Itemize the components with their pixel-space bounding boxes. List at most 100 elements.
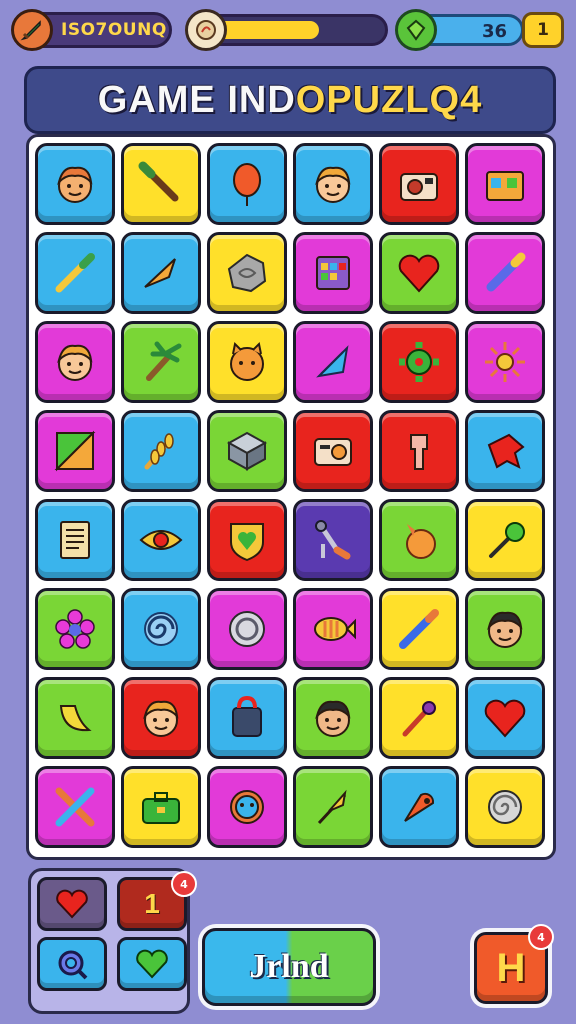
board-tile[interactable] xyxy=(207,499,287,581)
level-badge[interactable]: 1 xyxy=(522,12,564,48)
board-tile[interactable] xyxy=(121,677,201,759)
progress-bar xyxy=(185,9,388,51)
gem-counter[interactable]: 36 xyxy=(395,9,524,51)
board-tile[interactable] xyxy=(207,677,287,759)
board-tile[interactable] xyxy=(293,410,373,492)
heart-powerup-button[interactable] xyxy=(37,877,107,931)
board-tile[interactable] xyxy=(121,499,201,581)
menu-button-label: H xyxy=(496,945,526,990)
board-tile[interactable] xyxy=(379,321,459,403)
board-tile[interactable] xyxy=(293,143,373,225)
board-tile[interactable] xyxy=(293,321,373,403)
menu-notification-badge: 4 xyxy=(528,924,554,950)
board-tile[interactable] xyxy=(35,143,115,225)
player-panel[interactable]: ISO7OUNQ xyxy=(11,9,172,51)
board-tile[interactable] xyxy=(379,410,459,492)
shield-icon xyxy=(185,9,227,51)
board-tile[interactable] xyxy=(121,232,201,314)
shell-icon xyxy=(488,790,522,824)
magnifier-icon xyxy=(58,950,88,980)
radio-icon xyxy=(314,438,352,466)
coin-icon xyxy=(229,611,265,647)
board-tile[interactable] xyxy=(35,766,115,848)
board-tile[interactable] xyxy=(465,499,545,581)
board-tile[interactable] xyxy=(379,143,459,225)
orange-icon xyxy=(406,524,436,559)
board-tile[interactable] xyxy=(379,232,459,314)
board-tile[interactable] xyxy=(465,321,545,403)
gem-count: 36 xyxy=(481,21,507,42)
hint-notification-badge: 4 xyxy=(171,871,197,897)
title-part-2: OPUZLQ4 xyxy=(295,78,483,121)
heart-icon xyxy=(484,699,526,738)
board-tile[interactable] xyxy=(379,766,459,848)
board-tile[interactable] xyxy=(379,499,459,581)
briefcase-icon xyxy=(142,792,180,824)
key-icon xyxy=(410,434,428,470)
heart-hint-powerup-button[interactable] xyxy=(117,937,187,991)
palette-icon xyxy=(54,430,96,472)
marker-icon xyxy=(486,252,526,292)
brush-icon xyxy=(489,522,525,558)
board-tile[interactable] xyxy=(293,499,373,581)
arrow-icon xyxy=(144,258,176,288)
quill-icon xyxy=(317,789,347,825)
board-tile[interactable] xyxy=(35,410,115,492)
pin-icon xyxy=(404,792,435,822)
search-powerup-button[interactable] xyxy=(37,937,107,991)
board-tile[interactable] xyxy=(379,677,459,759)
wand-icon xyxy=(402,701,436,737)
board-tile[interactable] xyxy=(465,588,545,670)
camera-icon xyxy=(400,173,438,201)
board-tile[interactable] xyxy=(121,766,201,848)
board-tile[interactable] xyxy=(379,588,459,670)
crossed-tools-icon xyxy=(55,787,95,827)
board-tile[interactable] xyxy=(465,143,545,225)
donut-icon xyxy=(230,790,264,824)
board-tile[interactable] xyxy=(293,588,373,670)
board-tile[interactable] xyxy=(293,766,373,848)
board-tile[interactable] xyxy=(207,321,287,403)
eye-icon xyxy=(139,530,183,550)
game-board xyxy=(26,134,556,860)
calendar-icon xyxy=(316,256,350,290)
stone-disc-icon xyxy=(227,253,267,293)
board-tile[interactable] xyxy=(35,677,115,759)
tile-grid xyxy=(35,143,545,848)
board-tile[interactable] xyxy=(35,321,115,403)
fish-icon xyxy=(314,617,356,641)
board-tile[interactable] xyxy=(465,766,545,848)
palm-broom-icon xyxy=(146,341,182,381)
powerup-panel: 1 4 xyxy=(28,868,197,1014)
fox-face-icon xyxy=(57,166,93,203)
board-tile[interactable] xyxy=(207,143,287,225)
board-tile[interactable] xyxy=(207,410,287,492)
progress-fill xyxy=(215,21,319,39)
board-tile[interactable] xyxy=(35,588,115,670)
board-tile[interactable] xyxy=(35,232,115,314)
board-tile[interactable] xyxy=(207,766,287,848)
leaf-pen-icon xyxy=(316,345,349,378)
paintbrush-icon xyxy=(138,161,179,202)
play-button[interactable]: Jrlnd xyxy=(202,928,376,1006)
spiral-icon xyxy=(144,612,178,646)
green-heart-icon xyxy=(136,949,168,979)
flower-icon xyxy=(55,609,95,649)
board-tile[interactable] xyxy=(121,588,201,670)
board-tile[interactable] xyxy=(465,232,545,314)
game-title: GAME INDOPUZLQ4 xyxy=(98,79,482,122)
shield-icon xyxy=(230,523,264,562)
board-tile[interactable] xyxy=(293,232,373,314)
board-tile[interactable] xyxy=(293,677,373,759)
board-tile[interactable] xyxy=(465,410,545,492)
board-tile[interactable] xyxy=(121,410,201,492)
wheat-icon xyxy=(144,433,174,470)
board-tile[interactable] xyxy=(207,232,287,314)
cat-face-icon xyxy=(230,341,264,381)
board-tile[interactable] xyxy=(35,499,115,581)
board-tile[interactable] xyxy=(121,143,201,225)
board-tile[interactable] xyxy=(465,677,545,759)
toolbox-icon xyxy=(486,171,524,201)
board-tile[interactable] xyxy=(121,321,201,403)
board-tile[interactable] xyxy=(207,588,287,670)
